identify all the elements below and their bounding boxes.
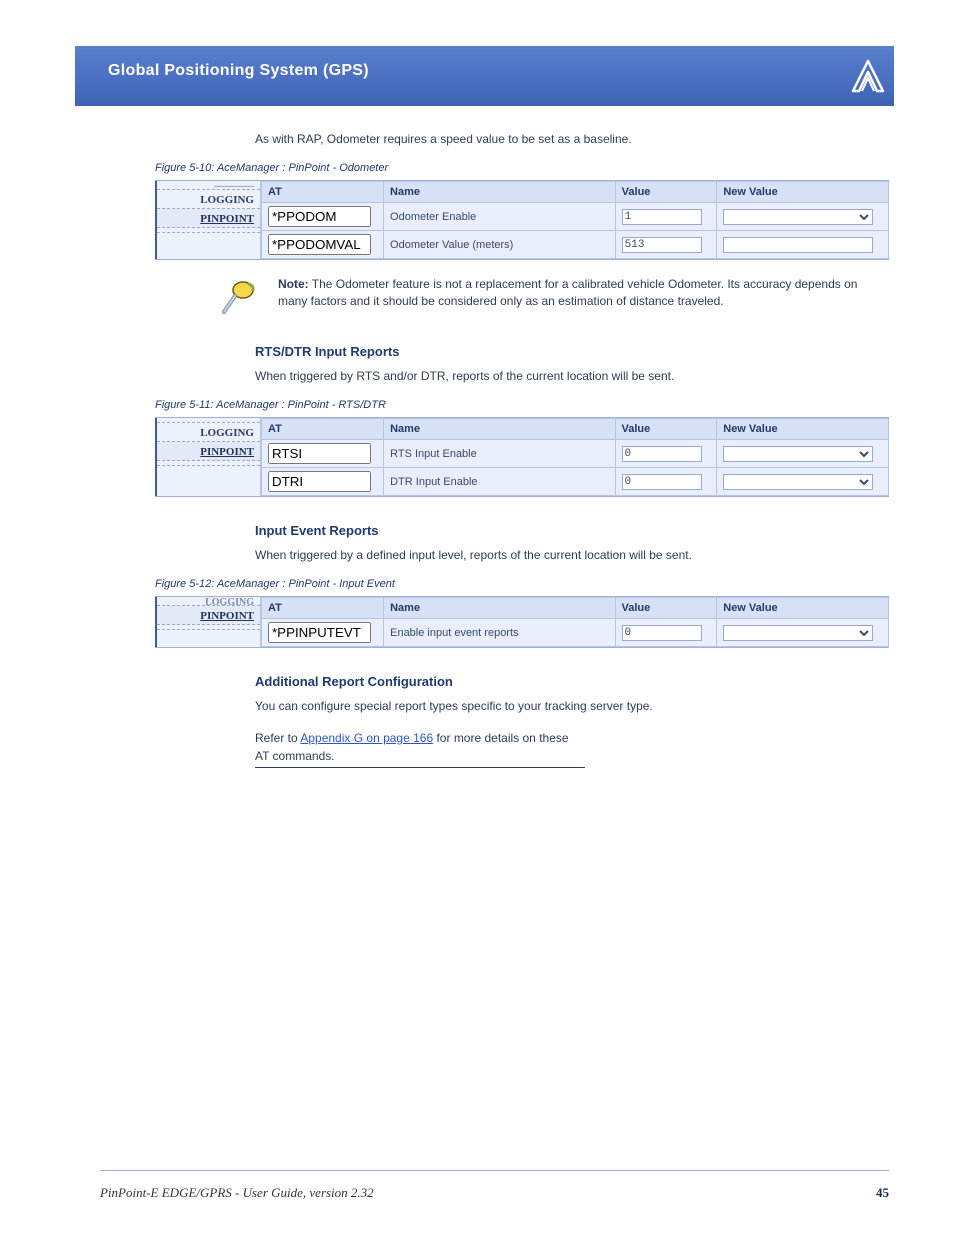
newvalue-select[interactable] bbox=[723, 625, 873, 641]
at-field[interactable] bbox=[268, 443, 371, 464]
at-field[interactable] bbox=[268, 471, 371, 492]
value-field[interactable] bbox=[622, 237, 702, 253]
section-heading: RTS/DTR Input Reports bbox=[255, 344, 889, 359]
table-row: Odometer Enable bbox=[262, 203, 889, 231]
brand-logo-icon bbox=[850, 58, 886, 97]
table-row: Enable input event reports bbox=[262, 619, 889, 647]
settings-table: AT Name Value New Value Enable input eve… bbox=[261, 597, 889, 647]
col-value: Value bbox=[615, 182, 717, 203]
table-row: RTS Input Enable bbox=[262, 440, 889, 468]
table-row: DTR Input Enable bbox=[262, 468, 889, 496]
col-at: AT bbox=[262, 182, 384, 203]
figure-label: Figure 5-10: AceManager : PinPoint - Odo… bbox=[155, 162, 889, 174]
sidebar-item[interactable]: LOGGING bbox=[157, 597, 260, 606]
cell-value bbox=[615, 440, 717, 468]
at-field[interactable] bbox=[268, 234, 371, 255]
cell-name: DTR Input Enable bbox=[384, 468, 615, 496]
col-newvalue: New Value bbox=[717, 182, 889, 203]
col-name: Name bbox=[384, 419, 615, 440]
settings-table: AT Name Value New Value Odometer Enable bbox=[261, 181, 889, 259]
cell-value bbox=[615, 468, 717, 496]
newvalue-select[interactable] bbox=[723, 209, 873, 225]
side-tabs: LOGGING PINPOINT bbox=[155, 418, 260, 496]
cell-value bbox=[615, 203, 717, 231]
sidebar-divider bbox=[157, 461, 260, 466]
pushpin-icon bbox=[218, 276, 260, 318]
cell-newvalue bbox=[717, 619, 889, 647]
sidebar-item-pinpoint[interactable]: PINPOINT bbox=[157, 209, 260, 228]
value-field[interactable] bbox=[622, 474, 702, 490]
cell-at bbox=[262, 619, 384, 647]
section-text: You can configure special report types s… bbox=[255, 697, 889, 715]
page-title: Global Positioning System (GPS) bbox=[75, 46, 894, 80]
cell-newvalue bbox=[717, 440, 889, 468]
col-newvalue: New Value bbox=[717, 598, 889, 619]
col-at: AT bbox=[262, 598, 384, 619]
sidebar-item-logging[interactable]: LOGGING bbox=[157, 423, 260, 442]
value-field[interactable] bbox=[622, 625, 702, 641]
at-field[interactable] bbox=[268, 622, 371, 643]
section-heading: Input Event Reports bbox=[255, 523, 889, 538]
cell-name: Odometer Value (meters) bbox=[384, 231, 616, 259]
cell-value bbox=[615, 619, 717, 647]
cell-at bbox=[262, 203, 384, 231]
settings-table: AT Name Value New Value RTS Input Enable bbox=[261, 418, 889, 496]
newvalue-input[interactable] bbox=[723, 237, 873, 253]
section-text: When triggered by RTS and/or DTR, report… bbox=[255, 367, 889, 385]
value-field[interactable] bbox=[622, 446, 702, 462]
cell-name: Odometer Enable bbox=[384, 203, 616, 231]
side-tabs: LOGGING PINPOINT bbox=[155, 597, 260, 647]
section-text: When triggered by a defined input level,… bbox=[255, 546, 889, 564]
sidebar-item[interactable]: ———— bbox=[157, 181, 260, 190]
page-header: Global Positioning System (GPS) bbox=[75, 46, 894, 106]
note-heading: Note: bbox=[278, 277, 309, 291]
col-at: AT bbox=[262, 419, 384, 440]
table-row: Odometer Value (meters) bbox=[262, 231, 889, 259]
sidebar-divider bbox=[157, 625, 260, 630]
cell-at bbox=[262, 440, 384, 468]
col-newvalue: New Value bbox=[717, 419, 889, 440]
footer-rule bbox=[100, 1170, 889, 1171]
cell-newvalue bbox=[717, 231, 889, 259]
note-text: Note: The Odometer feature is not a repl… bbox=[278, 276, 889, 311]
figure-label: Figure 5-11: AceManager : PinPoint - RTS… bbox=[155, 399, 889, 411]
section-heading: Additional Report Configuration bbox=[255, 674, 889, 689]
cell-at bbox=[262, 231, 384, 259]
text-before-link: Refer to bbox=[255, 731, 300, 745]
section-text: Refer to Appendix G on page 166 for more… bbox=[255, 729, 585, 768]
footer-doc-title: PinPoint-E EDGE/GPRS - User Guide, versi… bbox=[100, 1185, 374, 1201]
col-value: Value bbox=[615, 598, 717, 619]
cell-at bbox=[262, 468, 384, 496]
sidebar-item-logging[interactable]: LOGGING bbox=[157, 190, 260, 209]
sidebar-item-pinpoint[interactable]: PINPOINT bbox=[157, 442, 260, 461]
cell-name: RTS Input Enable bbox=[384, 440, 615, 468]
figure-label: Figure 5-12: AceManager : PinPoint - Inp… bbox=[155, 578, 889, 590]
newvalue-select[interactable] bbox=[723, 446, 873, 462]
note-body: The Odometer feature is not a replacemen… bbox=[278, 277, 857, 308]
cell-newvalue bbox=[717, 468, 889, 496]
cell-name: Enable input event reports bbox=[384, 619, 615, 647]
cell-value bbox=[615, 231, 717, 259]
appendix-link[interactable]: Appendix G on page 166 bbox=[300, 731, 433, 745]
value-field[interactable] bbox=[622, 209, 702, 225]
page-footer: PinPoint-E EDGE/GPRS - User Guide, versi… bbox=[100, 1185, 889, 1201]
sidebar-item-pinpoint[interactable]: PINPOINT bbox=[157, 606, 260, 625]
col-value: Value bbox=[615, 419, 717, 440]
at-field[interactable] bbox=[268, 206, 371, 227]
page-number: 45 bbox=[876, 1185, 889, 1201]
screenshot-inputevt: LOGGING PINPOINT AT Name Value New Value bbox=[155, 596, 889, 648]
screenshot-rtsdtr: LOGGING PINPOINT AT Name Value New Value bbox=[155, 417, 889, 497]
intro-text: As with RAP, Odometer requires a speed v… bbox=[255, 130, 889, 148]
sidebar-divider bbox=[157, 228, 260, 233]
screenshot-odometer: ———— LOGGING PINPOINT AT Name Value New … bbox=[155, 180, 889, 260]
col-name: Name bbox=[384, 182, 616, 203]
side-tabs: ———— LOGGING PINPOINT bbox=[155, 181, 260, 259]
cell-newvalue bbox=[717, 203, 889, 231]
newvalue-select[interactable] bbox=[723, 474, 873, 490]
col-name: Name bbox=[384, 598, 615, 619]
